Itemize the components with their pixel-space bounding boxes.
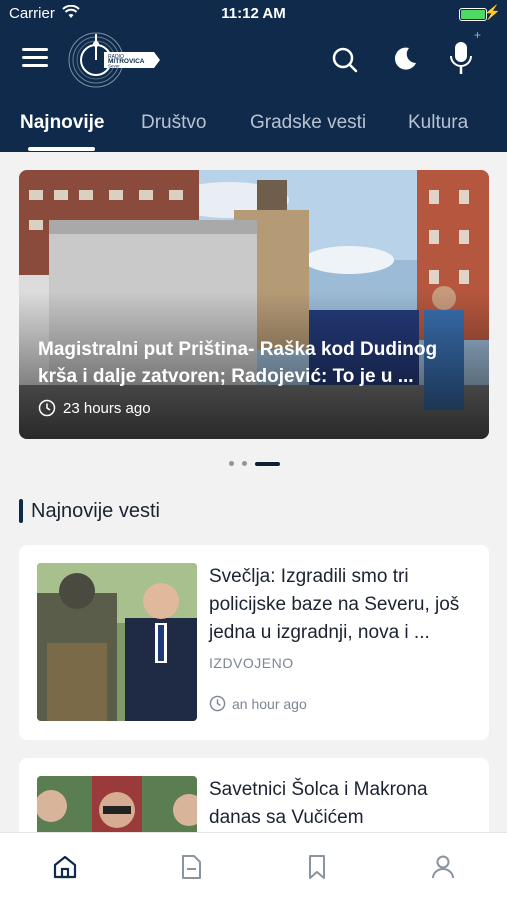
bottom-navigation (0, 832, 507, 900)
article-time: an hour ago (209, 695, 307, 712)
tab-kultura[interactable]: Kultura (408, 112, 468, 134)
bookmark-icon (309, 855, 325, 879)
nav-home[interactable] (51, 853, 79, 881)
category-tabs: Najnovije Društvo Gradske vesti Kultura (0, 100, 507, 152)
article-title: Savetnici Šolca i Makrona danas sa Vučić… (209, 779, 428, 828)
tab-gradske-vesti[interactable]: Gradske vesti (250, 112, 366, 134)
search-button[interactable] (331, 46, 359, 74)
logo-text-line3: Sever (108, 64, 120, 69)
nav-bookmarks[interactable] (303, 853, 331, 881)
microphone-icon (450, 42, 472, 74)
app-header: Carrier 11:12 AM ⚡ RADIO MITROVICA Sever… (0, 0, 507, 152)
clock-icon (38, 399, 56, 417)
carousel-dot[interactable] (229, 461, 234, 466)
plus-icon: + (474, 28, 482, 42)
menu-button[interactable] (22, 48, 48, 70)
section-title: Najnovije vesti (31, 499, 160, 522)
tab-najnovije[interactable]: Najnovije (20, 112, 104, 134)
article-time-text: an hour ago (232, 695, 307, 712)
home-icon (53, 855, 77, 879)
article-thumbnail (37, 563, 197, 721)
featured-article[interactable]: Magistralni put Priština- Raška kod Dudi… (19, 170, 489, 439)
search-icon (332, 47, 358, 73)
charging-icon: ⚡ (483, 4, 501, 20)
clock-icon (209, 695, 226, 712)
dark-mode-toggle[interactable] (391, 45, 419, 73)
document-icon (182, 855, 201, 879)
clock: 11:12 AM (221, 5, 286, 22)
menu-icon-line (22, 48, 48, 51)
carousel-dot-active[interactable] (255, 462, 280, 466)
voice-search-button[interactable] (448, 40, 474, 78)
nav-profile[interactable] (429, 853, 457, 881)
menu-icon-line (22, 64, 48, 67)
tab-drustvo[interactable]: Društvo (141, 112, 206, 134)
article-card[interactable]: Svečlja: Izgradili smo tri policijske ba… (19, 545, 489, 740)
moon-icon (394, 47, 416, 70)
featured-article-title: Magistralni put Priština- Raška kod Dudi… (38, 339, 438, 387)
article-title: Svečlja: Izgradili smo tri policijske ba… (209, 566, 460, 643)
profile-icon (432, 855, 454, 879)
active-tab-indicator (28, 147, 95, 151)
top-bar: RADIO MITROVICA Sever + (0, 28, 507, 92)
menu-icon-line (22, 56, 48, 59)
featured-article-time-text: 23 hours ago (63, 399, 151, 417)
section-header: Najnovije vesti (19, 498, 160, 524)
carousel-dot[interactable] (242, 461, 247, 466)
article-category[interactable]: IZDVOJENO (209, 655, 294, 671)
featured-article-time: 23 hours ago (38, 399, 151, 417)
section-accent-bar (19, 499, 23, 523)
radio-mitrovica-logo[interactable]: RADIO MITROVICA Sever (66, 30, 166, 90)
status-bar: Carrier 11:12 AM ⚡ (0, 0, 507, 28)
nav-documents[interactable] (177, 853, 205, 881)
